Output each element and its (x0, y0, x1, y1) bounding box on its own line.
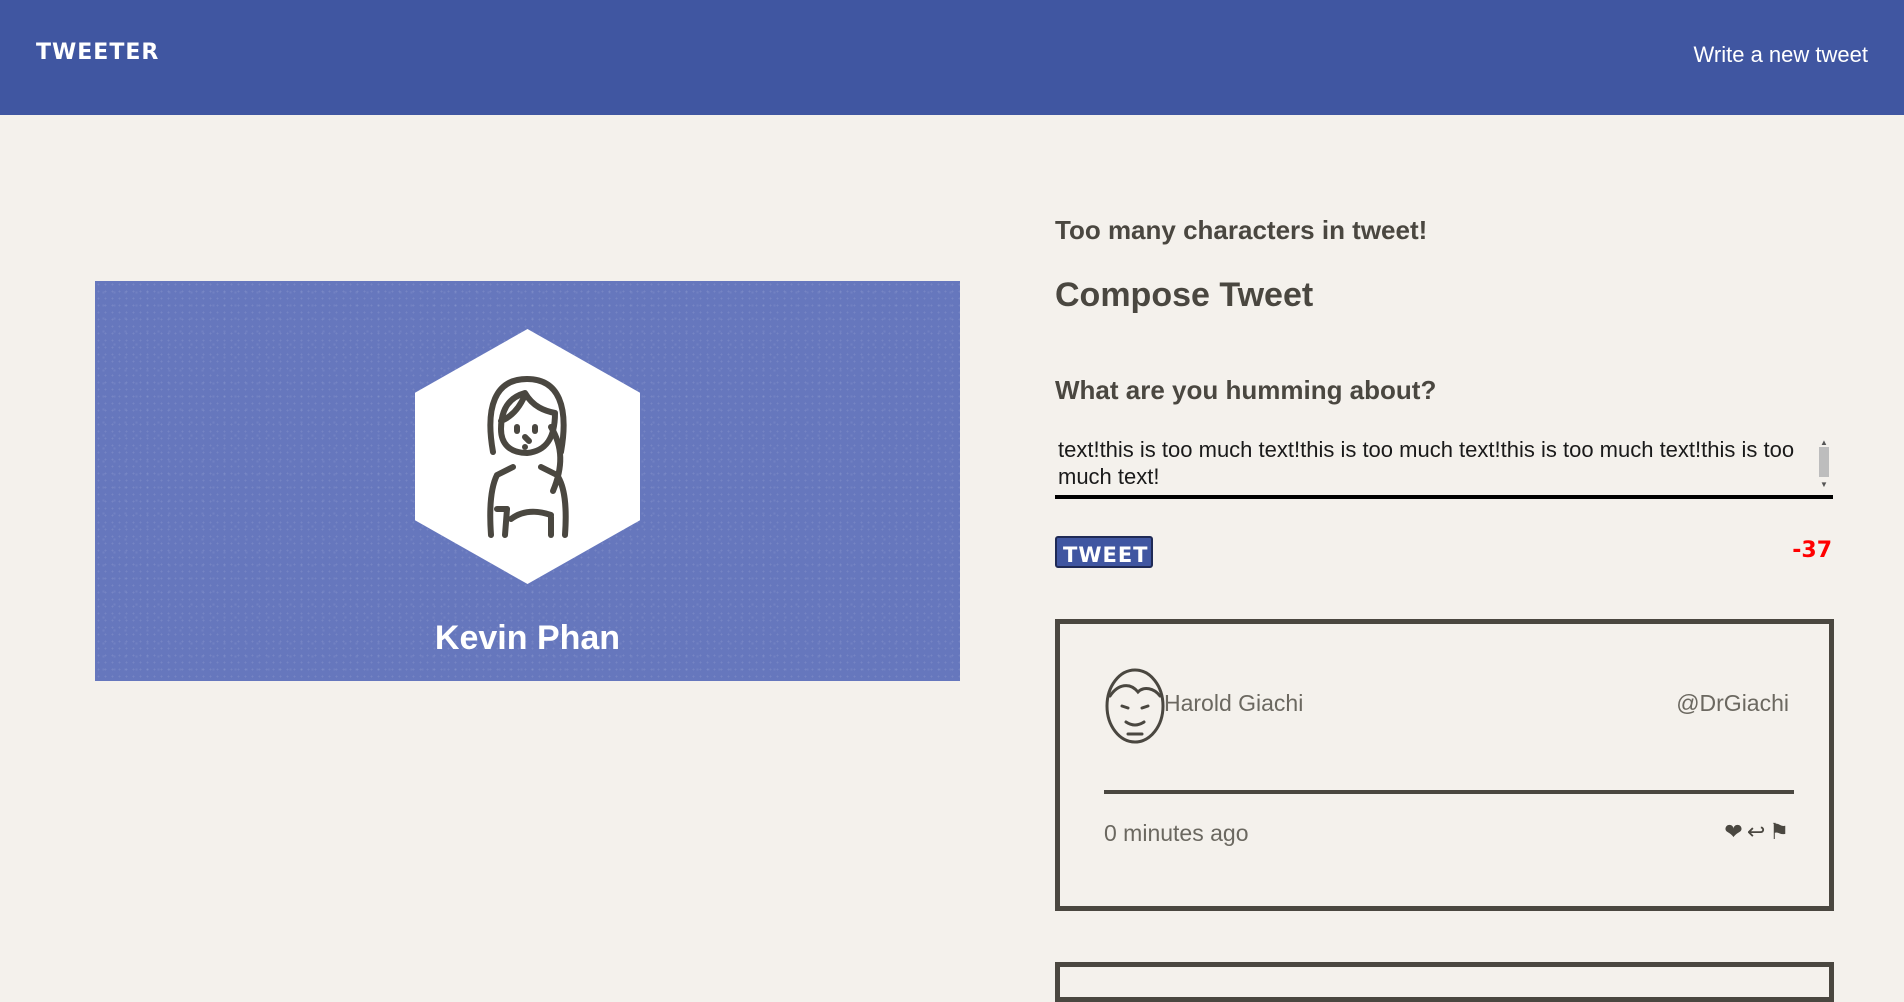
tweet-author-handle: @DrGiachi (1676, 690, 1789, 716)
tweet-author-name: Harold Giachi (1164, 690, 1304, 716)
compose-title: Compose Tweet (1055, 276, 1314, 314)
character-counter: -37 (1792, 538, 1832, 563)
top-nav: TWEETER Write a new tweet (0, 0, 1904, 115)
flag-icon[interactable]: ⚑ (1769, 820, 1789, 845)
write-new-tweet-link[interactable]: Write a new tweet (1694, 42, 1868, 68)
heart-icon[interactable]: ❤ (1724, 820, 1742, 845)
tweet-actions: ❤ ↩ ⚑ (1720, 820, 1789, 845)
retweet-icon[interactable]: ↩ (1747, 820, 1765, 845)
tweet-timestamp: 0 minutes ago (1104, 820, 1249, 846)
tweet-card: Harold Giachi @DrGiachi 0 minutes ago ❤ ↩… (1055, 619, 1834, 911)
profile-card: Kevin Phan (95, 281, 960, 681)
error-message: Too many characters in tweet! (1055, 215, 1428, 245)
brand-logo[interactable]: TWEETER (36, 40, 159, 65)
scroll-down-arrow-icon[interactable]: ▼ (1818, 481, 1830, 489)
scroll-up-arrow-icon[interactable]: ▲ (1818, 439, 1830, 447)
tweet-button[interactable]: TWEET (1055, 536, 1153, 568)
textarea-scrollbar[interactable]: ▲ ▼ (1818, 439, 1830, 489)
tweet-card (1055, 962, 1834, 1002)
scroll-thumb[interactable] (1819, 447, 1829, 477)
profile-avatar-hexagon (415, 329, 640, 584)
tweet-divider (1104, 790, 1794, 794)
man-avatar-icon (1105, 668, 1165, 744)
tweet-textarea[interactable]: text!this is too much text!this is too m… (1055, 436, 1808, 492)
woman-avatar-icon (487, 376, 569, 538)
tweet-prompt-label: What are you humming about? (1055, 375, 1437, 405)
profile-name: Kevin Phan (434, 619, 621, 657)
